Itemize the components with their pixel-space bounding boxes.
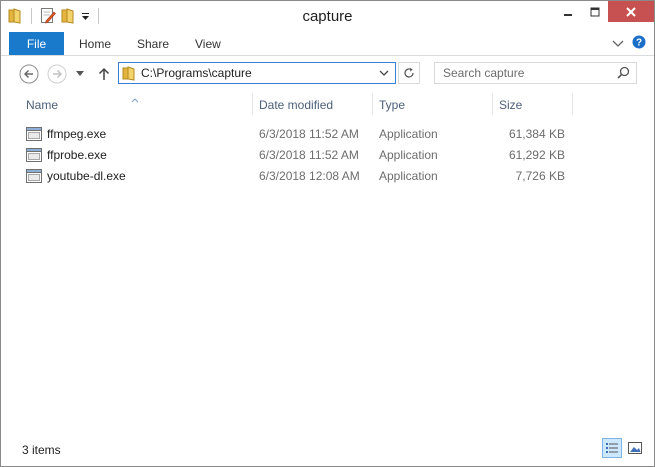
column-header-size[interactable]: Size bbox=[499, 92, 522, 118]
application-icon bbox=[26, 127, 42, 144]
file-type: Application bbox=[379, 148, 438, 162]
minimize-button[interactable] bbox=[554, 1, 581, 22]
up-button[interactable] bbox=[94, 64, 114, 84]
large-icons-view-button[interactable] bbox=[625, 438, 645, 458]
sort-ascending-icon bbox=[131, 92, 139, 106]
file-size: 7,726 KB bbox=[515, 169, 565, 183]
title-bar: capture bbox=[1, 1, 654, 31]
refresh-button[interactable] bbox=[398, 62, 420, 84]
forward-button[interactable] bbox=[47, 64, 67, 84]
column-divider[interactable] bbox=[252, 93, 253, 115]
file-type: Application bbox=[379, 169, 438, 183]
file-row-youtube-dl[interactable]: youtube-dl.exe 6/3/2018 12:08 AM Applica… bbox=[1, 166, 654, 187]
status-bar: 3 items bbox=[1, 435, 654, 466]
forward-arrow-icon bbox=[47, 64, 67, 84]
svg-text:?: ? bbox=[636, 38, 642, 49]
details-view-icon bbox=[606, 443, 618, 453]
column-header-name[interactable]: Name bbox=[26, 92, 58, 118]
navigation-bar: C:\Programs\capture bbox=[1, 56, 654, 92]
file-date-modified: 6/3/2018 12:08 AM bbox=[259, 169, 360, 183]
file-type: Application bbox=[379, 127, 438, 141]
column-divider[interactable] bbox=[492, 93, 493, 115]
address-path: C:\Programs\capture bbox=[141, 66, 252, 80]
file-date-modified: 6/3/2018 11:52 AM bbox=[259, 127, 359, 141]
search-input[interactable] bbox=[435, 63, 619, 83]
application-icon bbox=[26, 148, 42, 165]
chevron-down-icon bbox=[379, 70, 389, 76]
close-icon bbox=[626, 6, 636, 17]
ribbon-controls: ? bbox=[612, 35, 646, 52]
recent-locations-button[interactable] bbox=[72, 64, 88, 84]
item-count: 3 items bbox=[22, 443, 61, 457]
expand-ribbon-icon[interactable] bbox=[612, 37, 624, 51]
file-list: ffmpeg.exe 6/3/2018 11:52 AM Application… bbox=[1, 124, 654, 187]
file-name: ffprobe.exe bbox=[47, 148, 107, 162]
ribbon-tabs: File Home Share View ? bbox=[1, 32, 654, 56]
file-name: youtube-dl.exe bbox=[47, 169, 126, 183]
search-icon[interactable] bbox=[617, 66, 630, 82]
details-view-button[interactable] bbox=[602, 438, 622, 458]
column-header-type[interactable]: Type bbox=[379, 92, 405, 118]
search-box[interactable] bbox=[434, 62, 637, 84]
column-divider[interactable] bbox=[572, 93, 573, 115]
address-bar[interactable]: C:\Programs\capture bbox=[118, 62, 396, 84]
file-row-ffprobe[interactable]: ffprobe.exe 6/3/2018 11:52 AM Applicatio… bbox=[1, 145, 654, 166]
explorer-window: capture File Home Share View ? C:\Progra… bbox=[0, 0, 655, 467]
column-headers: Name Date modified Type Size bbox=[1, 92, 654, 118]
caption-buttons bbox=[554, 1, 654, 22]
large-icons-view-icon bbox=[628, 442, 642, 454]
folder-icon bbox=[122, 66, 136, 84]
file-name: ffmpeg.exe bbox=[47, 127, 107, 141]
refresh-icon bbox=[404, 67, 414, 78]
tab-view[interactable]: View bbox=[195, 32, 221, 55]
column-header-date-modified[interactable]: Date modified bbox=[259, 92, 333, 118]
address-dropdown-button[interactable] bbox=[375, 64, 393, 82]
column-divider[interactable] bbox=[372, 93, 373, 115]
maximize-button[interactable] bbox=[581, 1, 608, 22]
back-button[interactable] bbox=[19, 64, 39, 84]
file-size: 61,384 KB bbox=[508, 127, 565, 141]
help-icon[interactable]: ? bbox=[632, 35, 646, 52]
file-date-modified: 6/3/2018 11:52 AM bbox=[259, 148, 359, 162]
up-arrow-icon bbox=[98, 67, 110, 80]
application-icon bbox=[26, 169, 42, 186]
tab-file[interactable]: File bbox=[9, 32, 64, 55]
file-size: 61,292 KB bbox=[508, 148, 565, 162]
file-row-ffmpeg[interactable]: ffmpeg.exe 6/3/2018 11:52 AM Application… bbox=[1, 124, 654, 145]
chevron-down-icon bbox=[76, 71, 84, 76]
tab-home[interactable]: Home bbox=[79, 32, 111, 55]
close-button[interactable] bbox=[608, 1, 654, 22]
tab-share[interactable]: Share bbox=[137, 32, 169, 55]
back-arrow-icon bbox=[19, 64, 39, 84]
